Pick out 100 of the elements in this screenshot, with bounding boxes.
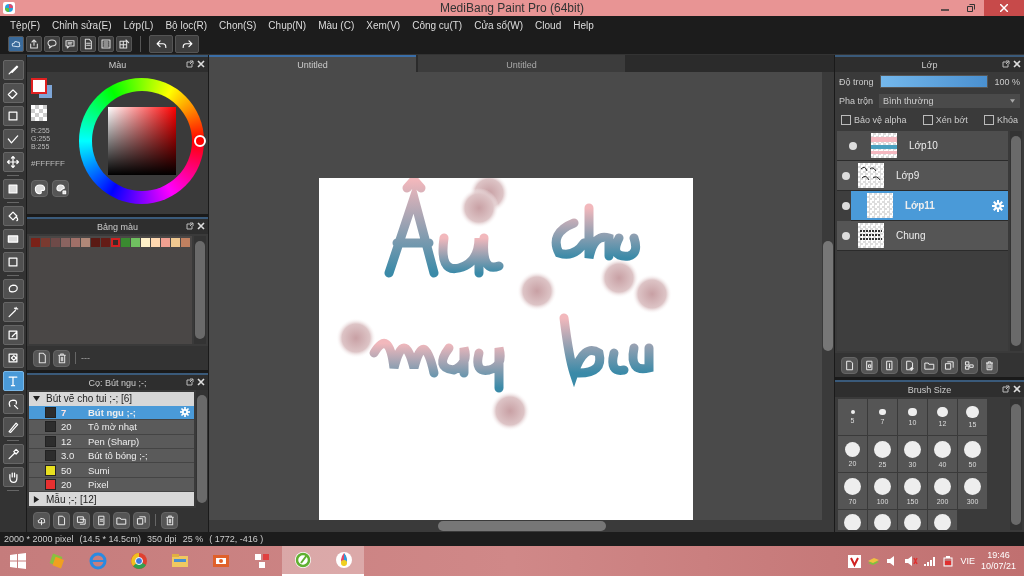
layer-item[interactable]: Lớp9 xyxy=(837,161,1008,191)
checkbox[interactable] xyxy=(922,114,933,125)
layer-item[interactable]: Chung xyxy=(837,221,1008,251)
tool-button[interactable] xyxy=(2,106,24,126)
opacity-slider[interactable] xyxy=(879,75,989,88)
menu-item[interactable]: Cloud xyxy=(529,19,568,31)
palette-swatch[interactable] xyxy=(151,238,160,247)
gear-icon[interactable] xyxy=(180,407,190,418)
palette-swatch[interactable] xyxy=(171,238,180,247)
brush-item[interactable]: 3.0 Bút tô bóng ;-; xyxy=(29,449,194,464)
menu-item[interactable]: Chỉnh sửa(E) xyxy=(46,19,118,31)
undock-icon[interactable] xyxy=(186,222,194,230)
scrollbar[interactable] xyxy=(196,390,208,508)
checkbox[interactable] xyxy=(983,114,994,125)
layer-action-button[interactable] xyxy=(921,356,938,374)
visibility-toggle[interactable] xyxy=(842,171,850,180)
tool-button[interactable] xyxy=(2,348,24,368)
tool-button[interactable] xyxy=(2,83,24,103)
toolbar-button[interactable] xyxy=(98,36,114,52)
toolbar-button[interactable] xyxy=(26,36,42,52)
palette-swatch[interactable] xyxy=(131,238,140,247)
menu-item[interactable]: Help xyxy=(567,19,600,31)
tool-button[interactable] xyxy=(2,279,24,299)
brush-action-button[interactable] xyxy=(93,511,110,529)
menu-item[interactable]: Xem(V) xyxy=(360,19,407,31)
palette-swatch[interactable] xyxy=(181,238,190,247)
toolbar-button[interactable] xyxy=(62,36,78,52)
tool-button[interactable] xyxy=(2,252,24,272)
undock-icon[interactable] xyxy=(186,378,194,386)
palette-swatch[interactable] xyxy=(111,238,120,247)
tool-button[interactable] xyxy=(2,444,24,464)
brush-action-button[interactable] xyxy=(53,511,70,529)
color-swatches[interactable] xyxy=(31,78,55,100)
palette-swatch[interactable] xyxy=(121,238,130,247)
brush-item[interactable]: 50 Sumi xyxy=(29,463,194,478)
tool-button[interactable] xyxy=(2,467,24,487)
tool-button[interactable] xyxy=(2,417,24,437)
palette-swatch[interactable] xyxy=(61,238,70,247)
undock-icon[interactable] xyxy=(1002,385,1010,393)
tool-button[interactable] xyxy=(2,152,24,172)
scrollbar[interactable] xyxy=(194,236,206,344)
layer-action-button[interactable] xyxy=(861,356,878,374)
toolbar-button[interactable] xyxy=(80,36,96,52)
volume-icon[interactable] xyxy=(904,555,919,567)
palette-swatch[interactable] xyxy=(101,238,110,247)
tool-button[interactable] xyxy=(2,325,24,345)
menu-item[interactable]: Chọn(S) xyxy=(213,19,263,31)
taskbar-app[interactable] xyxy=(323,546,364,576)
redo-button[interactable] xyxy=(175,35,199,53)
palette-swatch[interactable] xyxy=(81,238,90,247)
visibility-toggle[interactable] xyxy=(842,201,850,210)
menu-item[interactable]: Lớp(L) xyxy=(117,19,160,31)
undo-button[interactable] xyxy=(149,35,173,53)
document-tab[interactable]: Untitled xyxy=(418,55,625,72)
scrollbar[interactable] xyxy=(1010,131,1022,351)
palette-swatch[interactable] xyxy=(141,238,150,247)
palette-settings-button[interactable] xyxy=(52,180,69,197)
v-shield-icon[interactable] xyxy=(848,554,862,568)
scrollbar[interactable] xyxy=(1010,399,1022,530)
brush-group[interactable]: Mẫu ;-; [12] xyxy=(29,492,194,506)
palette-swatch[interactable] xyxy=(31,238,40,247)
toolbar-button[interactable] xyxy=(44,36,60,52)
brush-action-button[interactable] xyxy=(33,511,50,529)
brush-item[interactable]: 20 Tô mờ nhạt xyxy=(29,420,194,435)
palette-swatch[interactable] xyxy=(71,238,80,247)
layer-action-button[interactable] xyxy=(941,356,958,374)
menu-item[interactable]: Tệp(F) xyxy=(4,19,46,31)
close-icon[interactable] xyxy=(197,378,205,386)
brush-action-button[interactable] xyxy=(113,511,130,529)
tool-button[interactable] xyxy=(2,129,24,149)
brush-group[interactable]: Bút vẽ cho tui ;-; [6] xyxy=(29,392,194,406)
tool-button[interactable] xyxy=(2,179,24,199)
palette-swatch[interactable] xyxy=(41,238,50,247)
layer-action-button[interactable] xyxy=(981,356,998,374)
brush-action-button[interactable] xyxy=(133,511,150,529)
document-tab[interactable]: Untitled xyxy=(209,55,416,72)
battery-icon[interactable] xyxy=(942,555,955,567)
layer-action-button[interactable] xyxy=(901,356,918,374)
layer-action-button[interactable] xyxy=(881,356,898,374)
gear-icon[interactable] xyxy=(992,199,1004,212)
transparent-swatch[interactable] xyxy=(31,105,47,121)
input-language[interactable]: VIE xyxy=(960,556,975,566)
close-icon[interactable] xyxy=(1013,60,1021,68)
clock[interactable]: 19:46 10/07/21 xyxy=(980,550,1016,572)
signal-bars-icon[interactable] xyxy=(924,555,937,567)
undock-icon[interactable] xyxy=(1002,60,1010,68)
toolbar-button[interactable] xyxy=(8,36,24,52)
checkbox[interactable] xyxy=(841,114,851,125)
palette-swatch[interactable] xyxy=(161,238,170,247)
layer-action-button[interactable] xyxy=(961,356,978,374)
tool-button[interactable] xyxy=(2,206,24,226)
palette-swatch[interactable] xyxy=(51,238,60,247)
menu-item[interactable]: Bộ lọc(R) xyxy=(159,19,214,31)
delete-button[interactable] xyxy=(161,511,178,529)
brush-action-button[interactable] xyxy=(73,511,90,529)
close-button[interactable] xyxy=(984,0,1024,16)
palette-button[interactable] xyxy=(31,180,48,197)
visibility-toggle[interactable] xyxy=(849,141,857,150)
blend-mode-dropdown[interactable]: Bình thường xyxy=(879,93,1020,108)
tool-button[interactable] xyxy=(2,302,24,322)
